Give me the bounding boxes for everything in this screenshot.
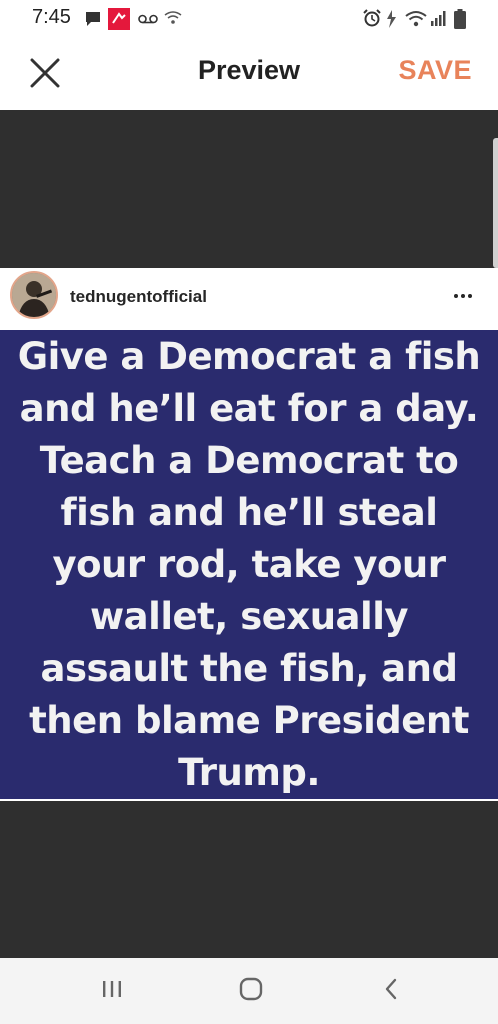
more-options-dot xyxy=(461,294,465,298)
meme-line: wallet, sexually xyxy=(89,594,409,638)
back-icon xyxy=(383,977,399,1006)
back-button[interactable] xyxy=(371,974,411,1008)
meme-text: Give a Democrat a fish and he’ll eat for… xyxy=(14,331,484,799)
recents-icon xyxy=(101,979,123,1004)
alarm-icon xyxy=(362,8,382,33)
message-icon xyxy=(84,10,102,33)
avatar[interactable] xyxy=(10,271,58,319)
battery-icon xyxy=(454,9,466,34)
meme-line: Give a Democrat a fish xyxy=(17,334,481,378)
post-username[interactable]: tednugentofficial xyxy=(70,287,207,307)
recents-button[interactable] xyxy=(92,974,132,1008)
status-bar: 7:45 xyxy=(0,0,498,38)
data-transfer-icon xyxy=(384,10,398,33)
voicemail-icon xyxy=(138,12,158,30)
more-options-icon xyxy=(454,294,458,298)
meme-line: Trump. xyxy=(178,750,320,794)
more-options-button[interactable] xyxy=(448,284,478,308)
meme-line: fish and he’ll steal xyxy=(60,490,438,534)
scrollbar[interactable] xyxy=(493,138,498,268)
more-options-dot xyxy=(468,294,472,298)
meme-line: your rod, take your xyxy=(52,542,446,586)
home-button[interactable] xyxy=(231,974,271,1008)
post-image: Give a Democrat a fish and he’ll eat for… xyxy=(0,330,498,799)
app-notification-icon xyxy=(108,8,130,35)
post-header: tednugentofficial xyxy=(0,268,498,330)
meme-line: Teach a Democrat to xyxy=(39,438,459,482)
save-button[interactable]: SAVE xyxy=(398,55,472,86)
wifi-icon xyxy=(405,10,427,33)
app-bar: Preview SAVE xyxy=(0,38,498,111)
meme-line: assault the fish, and xyxy=(40,646,458,690)
divider xyxy=(0,799,498,801)
meme-line: and he’ll eat for a day. xyxy=(19,386,479,430)
meme-line: then blame President xyxy=(29,698,469,742)
status-time: 7:45 xyxy=(32,6,71,28)
navigation-bar xyxy=(0,958,498,1024)
wifi-calling-icon xyxy=(164,10,182,31)
home-icon xyxy=(238,976,264,1007)
signal-icon xyxy=(430,10,448,31)
